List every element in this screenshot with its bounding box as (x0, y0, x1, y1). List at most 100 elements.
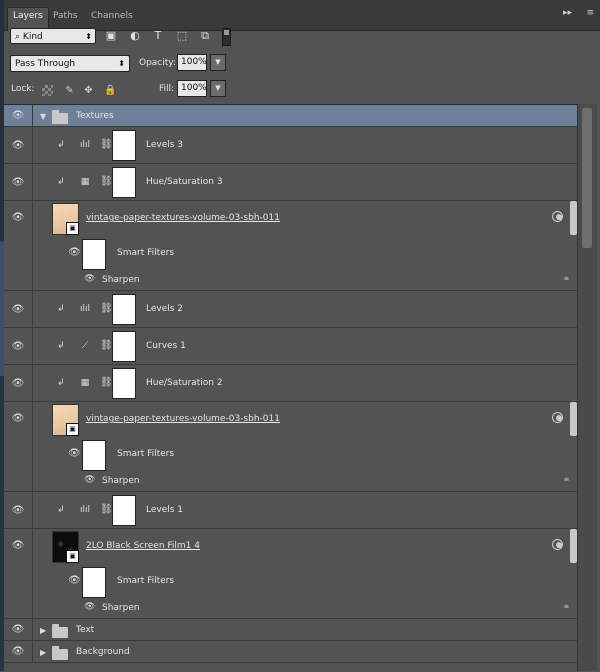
fill-dropdown-icon[interactable]: ▼ (210, 80, 226, 97)
layer-hue-saturation-2[interactable]: 👁 ↲ ▦ ⛓ Hue/Saturation 2 (4, 365, 577, 402)
layer-levels-1[interactable]: 👁 ↲ ılıl ⛓ Levels 1 (4, 492, 577, 529)
opacity-field[interactable]: 100% (177, 54, 207, 71)
layer-levels-3[interactable]: 👁 ↲ ılıl ⛓ Levels 3 (4, 127, 577, 164)
chevron-down-icon[interactable]: ▼ (40, 112, 46, 121)
layer-mask-thumbnail[interactable] (112, 368, 136, 399)
levels-icon: ılıl (79, 140, 90, 150)
lock-all-icon[interactable]: 🔒 (104, 85, 116, 96)
link-icon[interactable]: ⛓ (100, 139, 113, 150)
smart-filters-eye-icon[interactable]: 👁 (68, 247, 81, 258)
layer-mask-thumbnail[interactable] (112, 167, 136, 198)
clipping-arrow-icon: ↲ (57, 304, 65, 314)
clipping-arrow-icon: ↲ (57, 341, 65, 351)
eye-icon: 👁 (11, 624, 25, 635)
visibility-toggle[interactable]: 👁 (4, 201, 33, 290)
collapse-panel-icon[interactable]: ▸▸ (563, 8, 572, 18)
layer-thumbnail[interactable]: ▣ (52, 531, 79, 563)
lock-move-icon[interactable]: ✥ (83, 85, 94, 96)
visibility-toggle[interactable]: 👁 (4, 529, 33, 618)
layer-mask-thumbnail[interactable] (112, 495, 136, 526)
layer-smart-object-paper[interactable]: 👁 ▣ vintage-paper-textures-volume-03-sbh… (4, 402, 577, 492)
layers-scrollbar[interactable] (577, 104, 597, 671)
smart-object-badge-icon: ▣ (66, 423, 79, 436)
lock-brush-icon[interactable]: ✎ (64, 85, 75, 96)
eye-icon: 👁 (11, 177, 25, 188)
smart-filters-eye-icon[interactable]: 👁 (68, 575, 81, 586)
pixel-filter-icon[interactable]: ▣ (104, 29, 118, 43)
smart-filter-mask-thumbnail[interactable] (82, 567, 106, 598)
opacity-dropdown-icon[interactable]: ▼ (210, 54, 226, 71)
layer-name: Hue/Saturation 3 (146, 177, 223, 187)
filter-toggle-switch[interactable] (222, 28, 231, 46)
filter-eye-icon[interactable]: 👁 (84, 602, 95, 612)
layer-levels-2[interactable]: 👁 ↲ ılıl ⛓ Levels 2 (4, 291, 577, 328)
link-icon[interactable]: ⛓ (100, 377, 113, 388)
layer-group-background[interactable]: 👁 ▶ Background (4, 641, 577, 663)
filter-options-icon[interactable]: ⩧ (564, 602, 569, 612)
link-icon[interactable]: ⛓ (100, 504, 113, 515)
smart-filter-mask-thumbnail[interactable] (82, 440, 106, 471)
layer-thumbnail[interactable]: ▣ (52, 404, 79, 436)
smart-filter-mask-thumbnail[interactable] (82, 239, 106, 270)
filter-eye-icon[interactable]: 👁 (84, 475, 95, 485)
smart-filter-badge-icon (552, 412, 563, 423)
link-icon[interactable]: ⛓ (100, 340, 113, 351)
adjustment-filter-icon[interactable]: ◐ (128, 29, 142, 43)
filter-kind-select[interactable]: ⌕ Kind ⬍ (10, 28, 96, 44)
filter-options-icon[interactable]: ⩧ (564, 475, 569, 485)
scroll-marker (570, 402, 577, 436)
chevron-right-icon[interactable]: ▶ (40, 648, 46, 657)
layer-mask-thumbnail[interactable] (112, 130, 136, 161)
layer-name: vintage-paper-textures-volume-03-sbh-011 (86, 213, 280, 223)
layer-name: Levels 2 (146, 304, 184, 314)
visibility-toggle[interactable]: 👁 (4, 492, 33, 528)
panel-menu-icon[interactable]: ≡ (586, 8, 594, 18)
shape-filter-icon[interactable]: ⬚ (175, 29, 189, 43)
scrollbar-thumb[interactable] (582, 108, 592, 248)
layer-name: Hue/Saturation 2 (146, 378, 223, 388)
layer-hue-saturation-3[interactable]: 👁 ↲ ▦ ⛓ Hue/Saturation 3 (4, 164, 577, 201)
visibility-toggle[interactable]: 👁 (4, 641, 33, 662)
layer-smart-object-paper[interactable]: 👁 ▣ vintage-paper-textures-volume-03-sbh… (4, 201, 577, 291)
blend-mode-select[interactable]: Pass Through ⬍ (10, 55, 130, 72)
lock-transparency-icon[interactable] (42, 85, 53, 96)
clipping-arrow-icon: ↲ (57, 378, 65, 388)
filter-name[interactable]: Sharpen (102, 476, 140, 486)
layer-mask-thumbnail[interactable] (112, 331, 136, 362)
visibility-toggle[interactable]: 👁 (4, 619, 33, 640)
link-icon[interactable]: ⛓ (100, 303, 113, 314)
visibility-toggle[interactable]: 👁 (4, 127, 33, 163)
filter-name[interactable]: Sharpen (102, 603, 140, 613)
link-icon[interactable]: ⛓ (100, 176, 113, 187)
filter-name[interactable]: Sharpen (102, 275, 140, 285)
eye-icon: 👁 (11, 140, 25, 151)
chevron-right-icon[interactable]: ▶ (40, 626, 46, 635)
scroll-marker (570, 201, 577, 235)
lock-row: Lock: ✎ ✥ 🔒 Fill: 100% ▼ (4, 77, 600, 103)
layer-group-textures[interactable]: 👁 ▼ Textures (4, 105, 577, 127)
smart-object-badge-icon: ▣ (66, 550, 79, 563)
layer-curves-1[interactable]: 👁 ↲ ⟋ ⛓ Curves 1 (4, 328, 577, 365)
smart-object-filter-icon[interactable]: ⧉ (198, 29, 212, 43)
visibility-toggle[interactable]: 👁 (4, 402, 33, 491)
layer-group-text[interactable]: 👁 ▶ Text (4, 619, 577, 641)
layers-list: 👁 ▼ Textures 👁 ↲ ılıl ⛓ Levels 3 👁 ↲ ▦ ⛓… (4, 104, 577, 672)
layer-name: 2LO Black Screen Film1 4 (86, 541, 200, 551)
visibility-toggle[interactable]: 👁 (4, 164, 33, 200)
search-icon: ⌕ (15, 32, 21, 42)
filter-eye-icon[interactable]: 👁 (84, 274, 95, 284)
scroll-marker (570, 529, 577, 563)
layer-name: Levels 3 (146, 140, 184, 150)
smart-filters-eye-icon[interactable]: 👁 (68, 448, 81, 459)
layer-smart-object-black-screen[interactable]: 👁 ▣ 2LO Black Screen Film1 4 👁 Smart Fil… (4, 529, 577, 619)
layer-name: Curves 1 (146, 341, 186, 351)
visibility-toggle[interactable]: 👁 (4, 365, 33, 401)
visibility-toggle[interactable]: 👁 (4, 105, 33, 126)
visibility-toggle[interactable]: 👁 (4, 291, 33, 327)
type-filter-icon[interactable]: T (151, 29, 165, 43)
filter-options-icon[interactable]: ⩧ (564, 274, 569, 284)
fill-field[interactable]: 100% (177, 80, 207, 97)
layer-thumbnail[interactable]: ▣ (52, 203, 79, 235)
visibility-toggle[interactable]: 👁 (4, 328, 33, 364)
layer-mask-thumbnail[interactable] (112, 294, 136, 325)
